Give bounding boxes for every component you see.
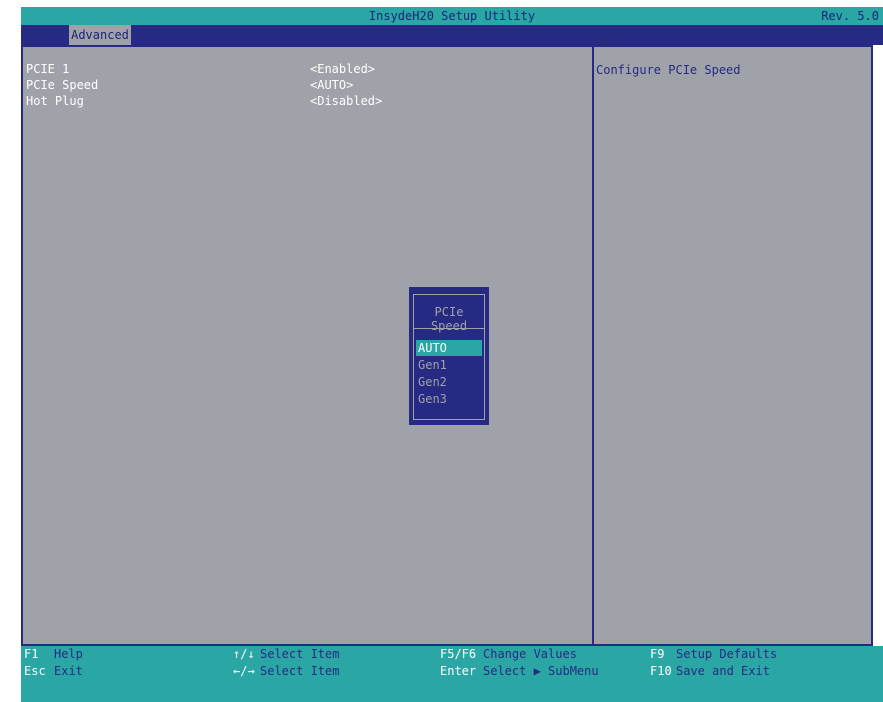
- tab-advanced[interactable]: Advanced: [69, 25, 131, 45]
- panel-divider: [592, 47, 594, 644]
- footer-desc-setup-defaults: Setup Defaults: [676, 647, 778, 661]
- setting-pcie1-label[interactable]: PCIE 1: [26, 62, 69, 76]
- app-title: InsydeH20 Setup Utility: [368, 9, 536, 23]
- pcie-speed-popup: PCIe Speed AUTO Gen1 Gen2 Gen3: [409, 287, 489, 425]
- footer-key-f9: F9: [650, 647, 665, 661]
- footer-key-f1: F1: [24, 647, 39, 661]
- footer-desc-select-item-2: Select Item: [260, 664, 340, 678]
- footer-help-bar: F1 Help Esc Exit ↑/↓ Select Item ←/→ Sel…: [21, 646, 883, 702]
- popup-option-gen1[interactable]: Gen1: [416, 357, 482, 373]
- footer-key-f10: F10: [650, 664, 672, 678]
- footer-key-updown: ↑/↓: [233, 647, 255, 661]
- footer-desc-change-values: Change Values: [483, 647, 577, 661]
- footer-desc-save-exit: Save and Exit: [676, 664, 770, 678]
- footer-desc-select-submenu: Select ▶ SubMenu: [483, 664, 599, 678]
- setting-pcie-speed-label[interactable]: PCIe Speed: [26, 78, 98, 92]
- tab-bar: Advanced: [21, 25, 883, 45]
- footer-key-esc: Esc: [24, 664, 46, 678]
- popup-divider: [414, 328, 484, 329]
- setting-pcie-speed-value[interactable]: <AUTO>: [310, 78, 353, 92]
- setting-hot-plug-value[interactable]: <Disabled>: [310, 94, 382, 108]
- help-text: Configure PCIe Speed: [596, 63, 741, 77]
- popup-option-gen3[interactable]: Gen3: [416, 391, 482, 407]
- revision-label: Rev. 5.0: [821, 9, 879, 23]
- popup-option-auto[interactable]: AUTO: [416, 340, 482, 356]
- footer-key-enter: Enter: [440, 664, 477, 678]
- footer-key-leftright: ←/→: [233, 664, 255, 678]
- setting-hot-plug-label[interactable]: Hot Plug: [26, 94, 84, 108]
- footer-key-f5f6: F5/F6: [440, 647, 477, 661]
- footer-desc-help: Help: [54, 647, 83, 661]
- setting-pcie1-value[interactable]: <Enabled>: [310, 62, 375, 76]
- popup-frame: PCIe Speed AUTO Gen1 Gen2 Gen3: [413, 294, 485, 420]
- footer-desc-exit: Exit: [54, 664, 83, 678]
- title-bar: InsydeH20 Setup Utility Rev. 5.0: [21, 7, 883, 25]
- footer-desc-select-item: Select Item: [260, 647, 340, 661]
- popup-option-gen2[interactable]: Gen2: [416, 374, 482, 390]
